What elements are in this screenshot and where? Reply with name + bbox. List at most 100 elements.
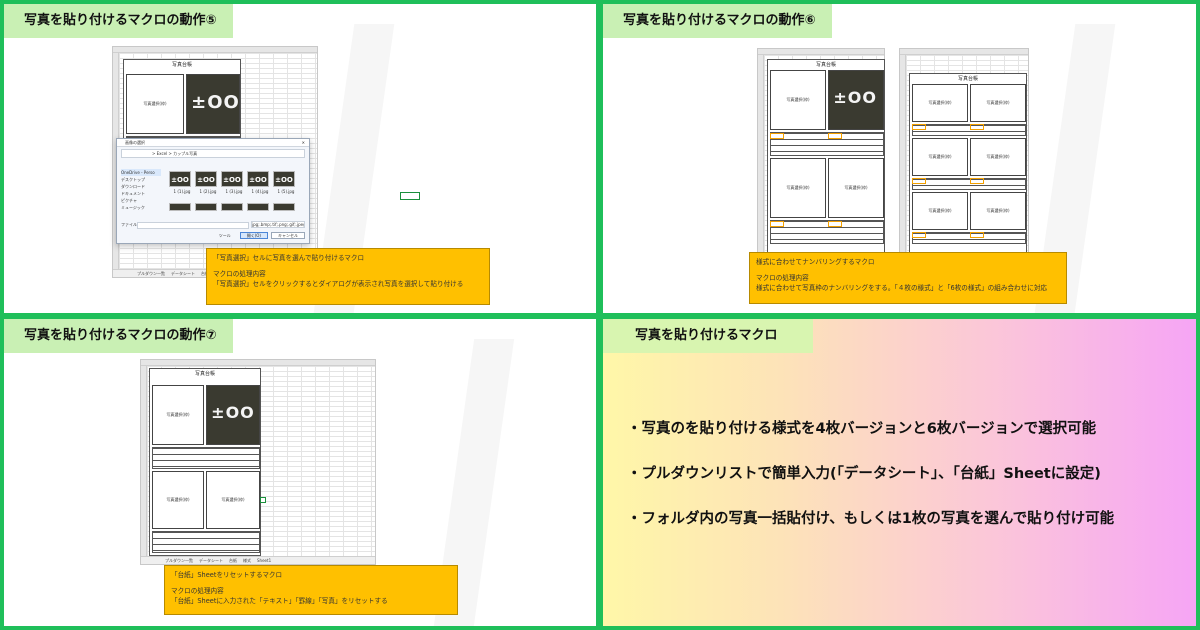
photo-select-cell[interactable]: 写真選択(枠) [970,192,1026,230]
thumbnail-row: ±OO ±OO ±OO ±OO ±OO [169,171,299,187]
note-detail: 「写真選択」セルをクリックするとダイアログが表示され写真を選択して貼り付ける [213,280,464,288]
photo-select-cell[interactable]: 写真選択(枠) [770,70,826,130]
panel-step6: 写真を貼り付けるマクロの動作⑥ 写真台帳 写真選択(枠) ±OO 写真選択(枠)… [603,4,1196,313]
file-thumbnail[interactable] [195,203,217,211]
excel-sheet: 写真台帳 写真選択(枠) ±OO 写真選択(枠) 写真選択(枠) プルダウン一覧… [140,359,376,565]
info-rows [770,132,884,156]
photo-select-cell[interactable]: 写真選択(枠) [912,84,968,122]
note-subheading: マクロの処理内容 [756,274,809,282]
photo-select-cell[interactable]: 写真選択(枠) [970,138,1026,176]
sheet-tabs: プルダウン一覧 データシート 台紙 様式 Sheet1 [141,556,375,564]
macro-note: 「写真選択」セルに写真を選んで貼り付けるマクロ マクロの処理内容 「写真選択」セ… [206,248,490,305]
tab-youshiki[interactable]: 様式 [243,558,251,563]
dialog-sidebar: OneDrive - Perso デスクトップ ダウンロード ドキュメント ピク… [121,169,161,211]
file-thumbnail[interactable] [221,203,243,211]
photo-select-label: 写真選択(枠) [786,185,810,190]
sidebar-item-onedrive[interactable]: OneDrive - Perso [121,169,161,176]
tab-datasheet[interactable]: データシート [199,558,223,563]
photo-select-cell[interactable]: 写真選択(枠) [912,138,968,176]
note-subheading: マクロの処理内容 [171,587,224,595]
filename-input[interactable] [137,222,249,229]
panel-title: 写真を貼り付けるマクロの動作⑦ [4,319,233,353]
file-thumbnail[interactable]: ±OO [169,171,191,187]
info-rows [912,178,1026,190]
file-thumbnail[interactable] [247,203,269,211]
photo-form: 写真台帳 写真選択(枠) ±OO 写真選択(枠) 写真選択(枠) [767,59,885,255]
dialog-buttons: ツール 開く(O) キャンセル [210,232,305,240]
number-highlight [770,133,784,139]
tab-pulldown[interactable]: プルダウン一覧 [165,558,193,563]
tab-daishi[interactable]: 台紙 [229,558,237,563]
file-thumbnail[interactable] [169,203,191,211]
file-thumbnail[interactable]: ±OO [221,171,243,187]
info-rows [770,220,884,244]
selected-cell [400,192,420,200]
tab-sheet1[interactable]: Sheet1 [257,558,271,563]
thumbnail-row [169,203,299,212]
panel-title: 写真を貼り付けるマクロの動作⑤ [4,4,233,38]
address-bar[interactable]: > Excel > カップル写真 [121,149,305,158]
pasted-photo: ±OO [828,70,884,130]
note-heading: 「写真選択」セルに写真を選んで貼り付けるマクロ [213,254,365,262]
number-highlight [970,124,984,130]
form-title: 写真台帳 [194,371,215,377]
file-thumbnail[interactable]: ±OO [195,171,217,187]
file-thumbnail[interactable]: ±OO [273,171,295,187]
tab-pulldown[interactable]: プルダウン一覧 [137,271,165,276]
excel-sheet-4-layout: 写真台帳 写真選択(枠) ±OO 写真選択(枠) 写真選択(枠) [757,48,885,262]
note-detail: 様式に合わせて写真枠のナンバリングをする。「４枚の様式」と「6枚の様式」の組み合… [756,284,1048,292]
photo-select-label: 写真選択(枠) [221,497,245,502]
sidebar-item-pictures[interactable]: ピクチャ [121,197,161,204]
file-thumbnail[interactable]: ±OO [247,171,269,187]
pasted-photo: ±OO [186,74,240,134]
feature-item: ・写真のを貼り付ける様式を4枚バージョンと6枚バージョンで選択可能 [627,421,1097,437]
photo-text: ±OO [191,92,240,114]
dialog-title: 画像の選択 ✕ [117,139,309,147]
dialog-title-text: 画像の選択 [125,140,145,145]
number-highlight [912,232,926,238]
open-button[interactable]: 開く(O) [239,232,268,239]
feature-item: ・プルダウンリストで簡単入力(「データシート」、「台紙」Sheetに設定) [627,466,1101,482]
sidebar-item-documents[interactable]: ドキュメント [121,190,161,197]
photo-select-label: 写真選択(枠) [143,101,167,106]
file-name: 1 (4).jpg [251,189,269,194]
photo-select-cell[interactable]: 写真選択(枠) [970,84,1026,122]
sidebar-item-music[interactable]: ミュージック [121,204,161,211]
form-title: 写真台帳 [815,62,836,68]
note-heading: 「台紙」Sheetをリセットするマクロ [171,571,283,579]
note-heading: 様式に合わせてナンバリングするマクロ [756,258,875,266]
photo-select-cell[interactable]: 写真選択(枠) [152,385,204,445]
photo-text: ±OO [211,403,255,423]
photo-select-cell[interactable]: 写真選択(枠) [770,158,826,218]
selected-cell [260,497,266,503]
file-type-filter[interactable]: jpg;.bmp;.tif;.png;.gif;.jpeg;.tiff [251,221,305,228]
photo-select-cell[interactable]: 写真選択(枠) [828,158,884,218]
photo-select-label: 写真選択(枠) [844,185,868,190]
panel-summary: 写真を貼り付けるマクロ ・写真のを貼り付ける様式を4枚バージョンと6枚バージョン… [603,319,1196,626]
macro-note: 「台紙」Sheetをリセットするマクロ マクロの処理内容 「台紙」Sheetに入… [164,565,458,615]
photo-select-label: 写真選択(枠) [928,100,952,105]
close-icon[interactable]: ✕ [302,139,305,147]
photo-select-cell[interactable]: 写真選択(枠) [152,471,204,529]
cancel-button[interactable]: キャンセル [271,232,305,239]
excel-sheet-6-layout: 写真台帳 写真選択(枠) 写真選択(枠) 写真選択(枠) 写真選択(枠) 写真選… [899,48,1029,262]
file-thumbnail[interactable] [273,203,295,211]
file-name: 1 (5).jpg [277,189,295,194]
info-rows [152,447,260,469]
sidebar-item-downloads[interactable]: ダウンロード [121,183,161,190]
number-highlight [970,178,984,184]
photo-select-cell[interactable]: 写真選択(枠) [912,192,968,230]
sidebar-item-desktop[interactable]: デスクトップ [121,176,161,183]
file-name: 1 (1).jpg [173,189,191,194]
feature-list: ・写真のを貼り付ける様式を4枚バージョンと6枚バージョンで選択可能 ・プルダウン… [627,417,1186,552]
file-dialog: 画像の選択 ✕ > Excel > カップル写真 OneDrive - Perso… [116,138,310,244]
photo-select-cell[interactable]: 写真選択(枠) [126,74,184,134]
tab-datasheet[interactable]: データシート [171,271,195,276]
number-highlight [770,221,784,227]
photo-select-label: 写真選択(枠) [166,412,190,417]
note-subheading: マクロの処理内容 [213,270,266,278]
photo-select-cell[interactable]: 写真選択(枠) [206,471,260,529]
feature-item: ・フォルダ内の写真一括貼付け、もしくは1枚の写真を選んで貼り付け可能 [627,511,1115,527]
photo-form: 写真台帳 写真選択(枠) 写真選択(枠) 写真選択(枠) 写真選択(枠) 写真選… [909,73,1027,257]
tools-menu[interactable]: ツール [213,233,237,240]
